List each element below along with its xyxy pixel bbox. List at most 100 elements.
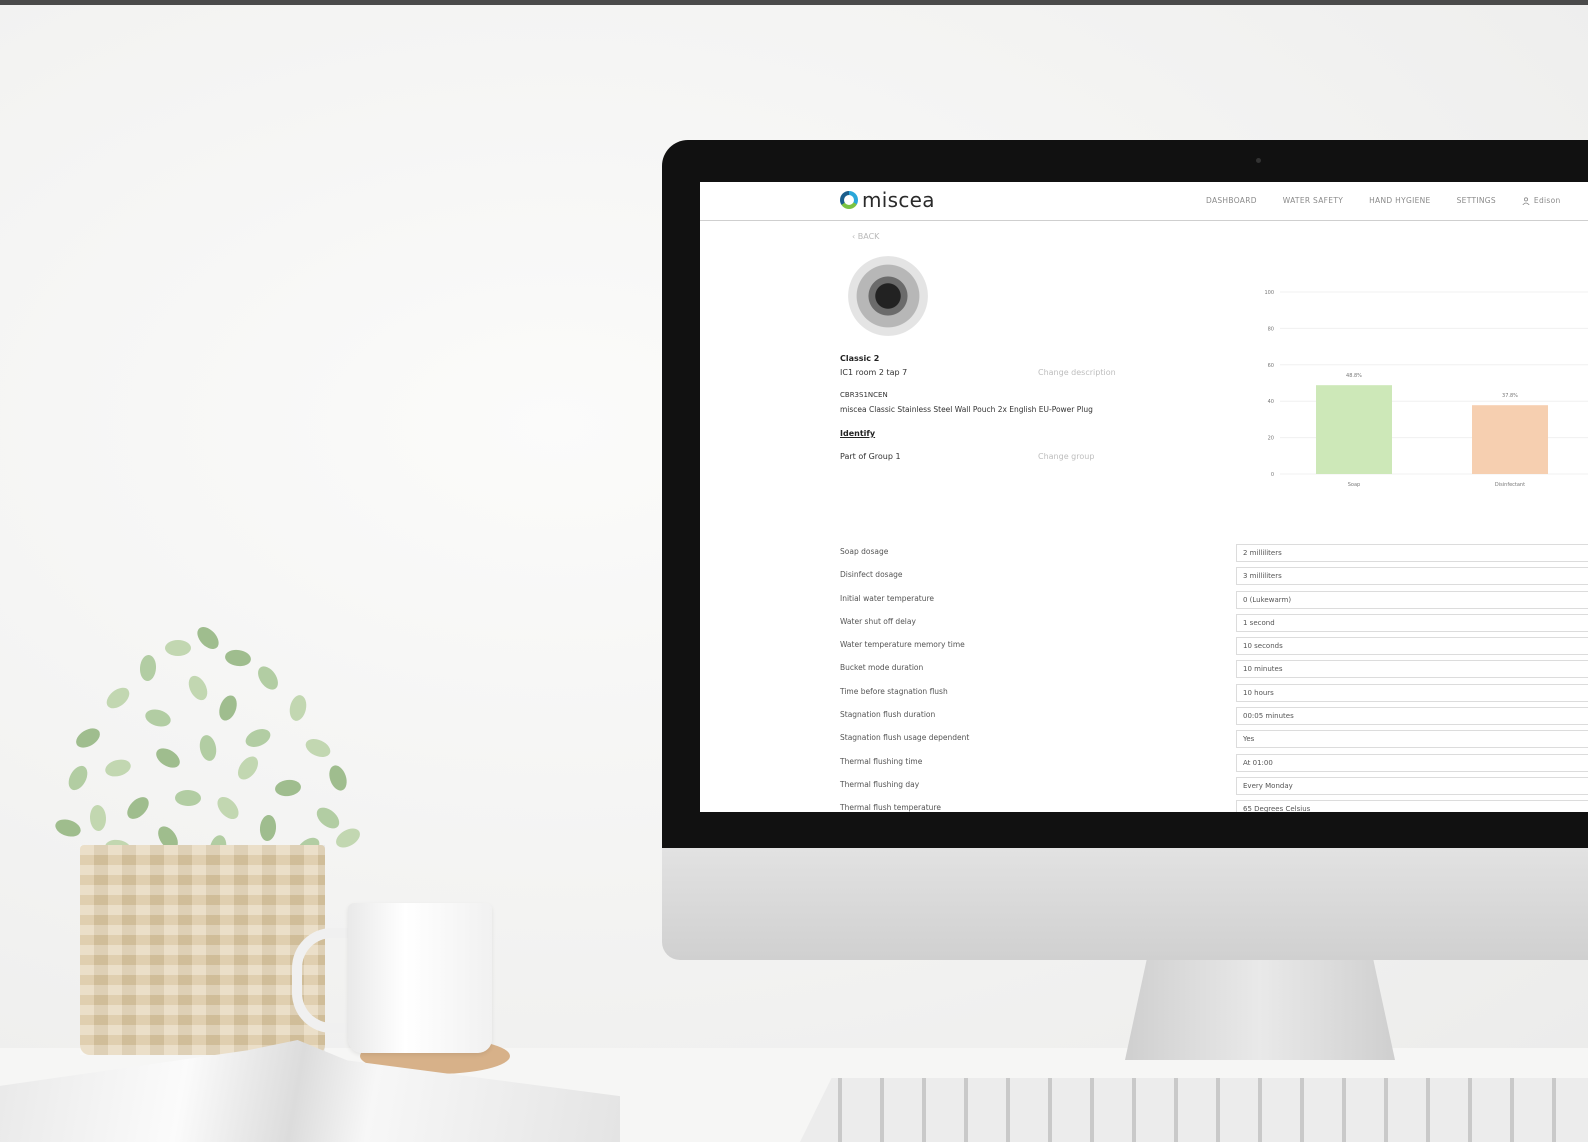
setting-value: 0 (Lukewarm) bbox=[1243, 595, 1292, 604]
settings-row: Stagnation flush duration 00:05 minutes bbox=[840, 707, 1588, 730]
setting-value-field[interactable]: 0 (Lukewarm) bbox=[1236, 590, 1588, 609]
settings-row: Thermal flush temperature 65 Degrees Cels… bbox=[840, 800, 1588, 812]
setting-value-field[interactable]: Yes bbox=[1236, 730, 1588, 749]
leaf-shape bbox=[53, 816, 83, 840]
bar-disinfectant bbox=[1472, 405, 1548, 474]
setting-value-field[interactable]: 65 Degrees Celsius bbox=[1236, 800, 1588, 812]
leaf-shape bbox=[197, 733, 219, 763]
leaf-shape bbox=[213, 792, 243, 824]
leaf-shape bbox=[143, 706, 173, 730]
brand-logo[interactable]: miscea bbox=[840, 188, 935, 212]
device-code: CBR3S1NCEN bbox=[840, 391, 888, 399]
usage-bar-chart: 0 20 40 60 80 100 48.8% Soap 37.8% Disinfectant bbox=[1264, 290, 1588, 488]
identify-link[interactable]: Identify bbox=[840, 429, 875, 438]
back-label: BACK bbox=[857, 232, 880, 241]
leaf-shape bbox=[253, 662, 283, 694]
leaf-shape bbox=[89, 804, 107, 832]
setting-label: Disinfect dosage bbox=[840, 570, 903, 580]
setting-value-field[interactable]: 10 minutes bbox=[1236, 660, 1588, 679]
y-tick-label: 80 bbox=[1268, 326, 1274, 332]
leaf-shape bbox=[193, 623, 223, 653]
setting-value: At 01:00 bbox=[1243, 758, 1273, 767]
settings-row: Disinfect dosage 3 milliliters bbox=[840, 567, 1588, 590]
setting-value: 00:05 minutes bbox=[1243, 712, 1294, 721]
leaf-shape bbox=[326, 763, 350, 793]
setting-label: Soap dosage bbox=[840, 547, 889, 556]
leaf-shape bbox=[139, 654, 157, 682]
x-tick-label: Disinfectant bbox=[1495, 482, 1525, 488]
leaf-shape bbox=[274, 778, 302, 798]
leaf-shape bbox=[123, 793, 153, 823]
main-nav: DASHBOARD WATER SAFETY HAND HYGIENE SETT… bbox=[1206, 196, 1561, 205]
bar-soap bbox=[1316, 385, 1392, 474]
settings-row: Bucket mode duration 10 minutes bbox=[840, 660, 1588, 683]
setting-value: Every Monday bbox=[1243, 781, 1293, 790]
plant-leaves bbox=[45, 620, 375, 870]
setting-value-field[interactable]: 10 seconds bbox=[1236, 637, 1588, 656]
settings-row: Thermal flushing time At 01:00 bbox=[840, 753, 1588, 777]
setting-value-field[interactable]: 00:05 minutes bbox=[1236, 707, 1588, 726]
leaf-shape bbox=[165, 640, 191, 656]
settings-row: Soap dosage 2 milliliters bbox=[840, 544, 1588, 567]
logo-text: miscea bbox=[862, 188, 935, 212]
leaf-shape bbox=[224, 648, 252, 668]
monitor-chin bbox=[662, 848, 1588, 960]
leaf-shape bbox=[312, 803, 344, 833]
change-group-link[interactable]: Change group bbox=[1038, 452, 1094, 461]
setting-value: 2 milliliters bbox=[1243, 549, 1282, 557]
setting-label: Water temperature memory time bbox=[840, 640, 965, 650]
monitor-stand bbox=[1125, 960, 1395, 1060]
setting-label: Thermal flush temperature bbox=[840, 803, 941, 812]
logo-mark-icon bbox=[840, 191, 858, 209]
y-tick-label: 20 bbox=[1268, 436, 1274, 442]
setting-value: 10 hours bbox=[1243, 688, 1274, 697]
device-group: Part of Group 1 bbox=[840, 452, 901, 461]
y-tick-label: 40 bbox=[1268, 399, 1274, 405]
setting-value-field[interactable]: 10 hours bbox=[1236, 683, 1588, 702]
leaf-shape bbox=[174, 789, 202, 807]
user-name: Edison bbox=[1533, 196, 1561, 205]
setting-label: Bucket mode duration bbox=[840, 663, 924, 673]
settings-row: Time before stagnation flush 10 hours bbox=[840, 683, 1588, 707]
top-navbar: miscea DASHBOARD WATER SAFETY HAND HYGIE… bbox=[700, 182, 1588, 221]
nav-settings[interactable]: SETTINGS bbox=[1457, 196, 1496, 205]
settings-row: Initial water temperature 0 (Lukewarm) bbox=[840, 590, 1588, 614]
coffee-mug bbox=[348, 903, 492, 1053]
setting-label: Stagnation flush duration bbox=[840, 710, 936, 720]
back-link[interactable]: ‹ BACK bbox=[852, 232, 879, 241]
leaf-shape bbox=[184, 672, 212, 704]
setting-label: Thermal flushing time bbox=[840, 756, 923, 766]
bar-value-label: 48.8% bbox=[1346, 373, 1362, 379]
leaf-shape bbox=[216, 693, 240, 723]
settings-row: Thermal flushing day Every Monday bbox=[840, 776, 1588, 800]
leaf-shape bbox=[302, 735, 334, 761]
setting-value-field[interactable]: At 01:00 bbox=[1236, 753, 1588, 772]
setting-value-field[interactable]: 1 second bbox=[1236, 613, 1588, 632]
settings-list: Soap dosage 2 milliliters Disinfect dosage… bbox=[840, 544, 1588, 812]
leaf-shape bbox=[64, 762, 92, 794]
nav-water-safety[interactable]: WATER SAFETY bbox=[1283, 196, 1343, 205]
setting-value: 1 second bbox=[1243, 618, 1275, 627]
user-menu[interactable]: Edison bbox=[1522, 196, 1561, 205]
plant-pot bbox=[80, 845, 325, 1055]
device-room: IC1 room 2 tap 7 bbox=[840, 368, 908, 377]
x-tick-label: Soap bbox=[1348, 482, 1360, 488]
leaf-shape bbox=[287, 693, 309, 723]
setting-value-field[interactable]: Every Monday bbox=[1236, 776, 1588, 795]
nav-hand-hygiene[interactable]: HAND HYGIENE bbox=[1369, 196, 1430, 205]
change-description-link[interactable]: Change description bbox=[1038, 368, 1116, 377]
webcam bbox=[1256, 158, 1261, 163]
leaf-shape bbox=[102, 683, 134, 713]
y-tick-label: 60 bbox=[1268, 363, 1274, 369]
monitor-screen: miscea DASHBOARD WATER SAFETY HAND HYGIE… bbox=[700, 182, 1588, 812]
setting-value-field[interactable]: 2 milliliters bbox=[1236, 544, 1588, 562]
setting-label: Stagnation flush usage dependent bbox=[840, 733, 970, 743]
nav-dashboard[interactable]: DASHBOARD bbox=[1206, 196, 1257, 205]
device-title: Classic 2 bbox=[840, 354, 880, 363]
leaf-shape bbox=[103, 756, 133, 780]
settings-row: Water shut off delay 1 second bbox=[840, 613, 1588, 637]
settings-row: Stagnation flush usage dependent Yes bbox=[840, 730, 1588, 753]
leaf-shape bbox=[258, 814, 278, 842]
settings-row: Water temperature memory time 10 seconds bbox=[840, 637, 1588, 660]
setting-value-field[interactable]: 3 milliliters bbox=[1236, 567, 1588, 586]
